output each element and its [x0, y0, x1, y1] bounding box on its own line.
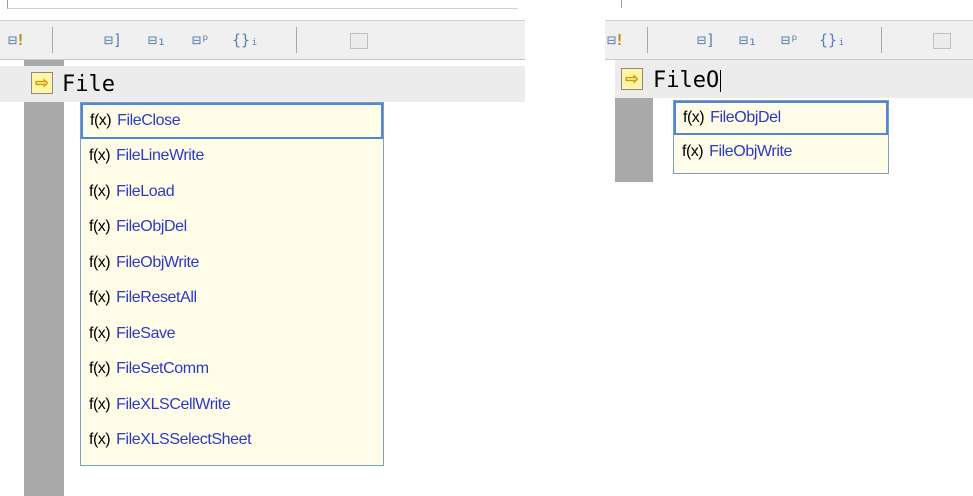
suggestion-label: FileObjDel [710, 109, 781, 126]
function-icon: f(x) [682, 143, 704, 160]
run-check-icon[interactable]: ⊟! [8, 31, 25, 49]
edit-disabled-icon [933, 33, 951, 49]
suggestion-label: FileSave [116, 324, 176, 342]
left-editor-panel: ⊟! ⊟] ⊟₁ ⊟ᵖ {}ᵢ ⇨ File f(x) FileClose f(x)… [0, 0, 525, 496]
current-line-arrow-icon: ⇨ [31, 72, 53, 94]
braces-icon[interactable]: {}ᵢ [232, 31, 259, 49]
top-divider [621, 0, 973, 8]
suggestion-label: FileObjWrite [709, 143, 793, 160]
editor-text[interactable]: FileO [653, 68, 722, 93]
function-icon: f(x) [89, 289, 111, 307]
suggestion-label: FileLineWrite [116, 147, 204, 165]
editor-toolbar: ⊟! ⊟] ⊟₁ ⊟ᵖ {}ᵢ [0, 20, 525, 60]
step-over-icon[interactable]: ⊟₁ [739, 31, 757, 49]
suggestion-label: FileXLSSelectSheet [116, 431, 252, 449]
editor-toolbar: ⊟! ⊟] ⊟₁ ⊟ᵖ {}ᵢ [605, 20, 973, 60]
current-line: ⇨ File [0, 66, 525, 102]
function-icon: f(x) [90, 111, 112, 129]
function-icon: f(x) [683, 109, 705, 126]
editor-gutter [24, 60, 64, 496]
autocomplete-popup: f(x) FileObjDel f(x) FileObjWrite [673, 100, 889, 174]
typed-text: FileO [653, 68, 720, 93]
suggestion-label: FileObjDel [116, 218, 187, 236]
suggestion-item[interactable]: f(x) FileObjDel [674, 101, 888, 135]
step-into-icon[interactable]: ⊟] [104, 31, 122, 49]
step-out-icon[interactable]: ⊟ᵖ [192, 31, 210, 49]
function-icon: f(x) [89, 218, 111, 236]
function-icon: f(x) [89, 431, 111, 449]
step-out-icon[interactable]: ⊟ᵖ [781, 31, 799, 49]
run-check-icon[interactable]: ⊟! [607, 31, 624, 49]
function-icon: f(x) [89, 395, 111, 413]
editor-text[interactable]: File [62, 72, 115, 97]
toolbar-separator [296, 27, 297, 53]
suggestion-item[interactable]: f(x) FileSetComm [81, 352, 383, 388]
function-icon: f(x) [89, 360, 111, 378]
suggestion-label: FileXLSCellWrite [116, 395, 231, 413]
right-editor-panel: ⊟! ⊟] ⊟₁ ⊟ᵖ {}ᵢ ⇨ FileO f(x) FileObjDel f(… [605, 0, 973, 182]
step-over-icon[interactable]: ⊟₁ [148, 31, 166, 49]
suggestion-item[interactable]: f(x) FileObjWrite [81, 245, 383, 281]
step-into-icon[interactable]: ⊟] [697, 31, 715, 49]
function-icon: f(x) [89, 182, 111, 200]
typed-text: File [62, 72, 115, 97]
suggestion-label: FileSetComm [116, 360, 209, 378]
suggestion-item[interactable]: f(x) FileXLSSelectSheet [81, 423, 383, 459]
braces-icon[interactable]: {}ᵢ [819, 31, 846, 49]
toolbar-separator [881, 27, 882, 53]
current-line-arrow-icon: ⇨ [621, 68, 643, 90]
function-icon: f(x) [89, 324, 111, 342]
suggestion-item[interactable]: f(x) FileObjWrite [674, 135, 888, 169]
exclaim-glyph: ! [16, 31, 26, 49]
autocomplete-popup: f(x) FileClose f(x) FileLineWrite f(x) FileLo… [80, 102, 384, 466]
suggestion-label: FileLoad [116, 182, 175, 200]
text-caret [720, 70, 722, 92]
suggestion-item[interactable]: f(x) FileXLSCellWrite [81, 387, 383, 423]
toolbar-separator [52, 27, 53, 53]
current-line: ⇨ FileO [615, 60, 973, 98]
suggestion-item[interactable]: f(x) FileClose [81, 103, 383, 139]
toolbar-separator [647, 27, 648, 53]
exclaim-glyph: ! [615, 31, 625, 49]
suggestion-item[interactable]: f(x) FileObjDel [81, 210, 383, 246]
suggestion-item[interactable]: f(x) FileSave [81, 316, 383, 352]
top-divider [7, 0, 518, 9]
suggestion-label: FileResetAll [116, 289, 197, 307]
suggestion-label: FileObjWrite [116, 253, 200, 271]
edit-disabled-icon [350, 33, 368, 49]
suggestion-item[interactable]: f(x) FileResetAll [81, 281, 383, 317]
suggestion-item[interactable]: f(x) FileLoad [81, 174, 383, 210]
suggestion-item[interactable]: f(x) FileLineWrite [81, 139, 383, 175]
suggestion-label: FileClose [117, 111, 181, 129]
function-icon: f(x) [89, 253, 111, 271]
function-icon: f(x) [89, 147, 111, 165]
